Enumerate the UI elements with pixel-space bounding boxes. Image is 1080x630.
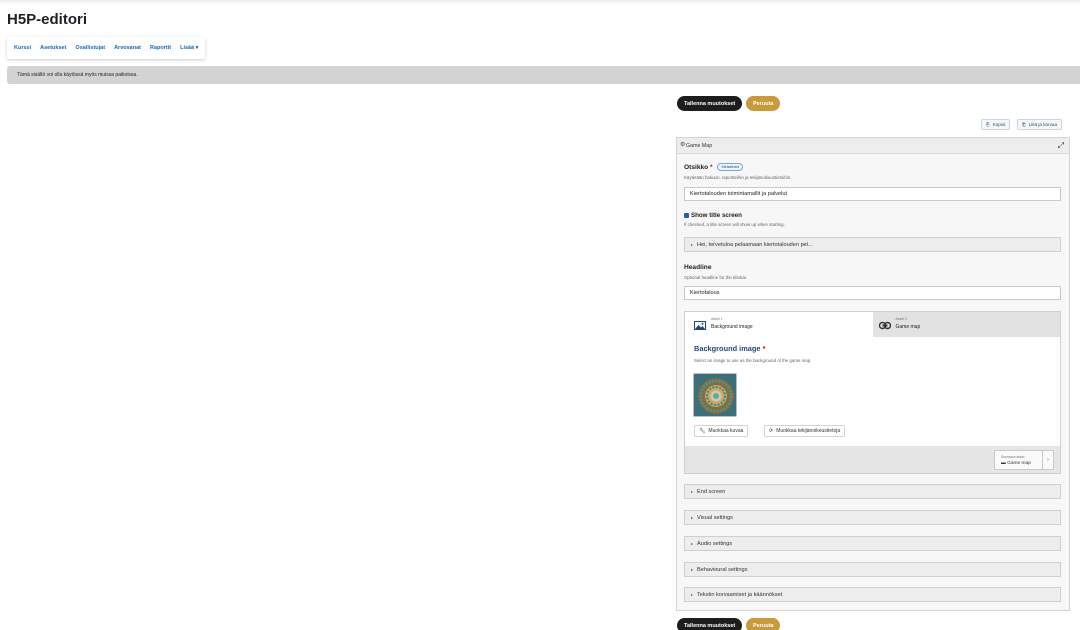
section-label: Visual settings (697, 514, 733, 521)
section-behavioural-settings[interactable]: ▸ Behavioural settings (684, 562, 1061, 577)
background-image-label: Background image (694, 344, 761, 353)
wrench-icon: 🔧︎ (699, 428, 706, 434)
secondary-navigation: Kurssi Asetukset Osallistujat Arvosanat … (7, 37, 206, 59)
otsikko-label: Otsikko (684, 164, 709, 171)
otsikko-label-row: Otsikko * Metatiedot (684, 163, 744, 171)
wizard-container: Askel 1 Background image Askel 2 Game ma… (684, 311, 1061, 474)
section-visual-settings[interactable]: ▸ Visual settings (684, 510, 1061, 525)
wizard-tabs: Askel 1 Background image Askel 2 Game ma… (685, 312, 1060, 337)
notice-banner: Tämä sisältö voi olla käytössä myös muis… (7, 66, 1080, 84)
image-icon (694, 321, 706, 330)
tab-background-image[interactable]: Askel 1 Background image (685, 312, 873, 337)
save-changes-button-bottom[interactable]: Tallenna muutokset (677, 618, 743, 630)
paste-icon: ⎗ (1022, 122, 1026, 127)
section-text-overrides[interactable]: ▸ Tekstin korvaamiset ja käännökset (684, 587, 1061, 602)
background-image-label-row: Background image * (694, 344, 765, 353)
copy-label: Kopioi (992, 122, 1006, 127)
tab-game-map[interactable]: Askel 2 Game map (872, 312, 1060, 337)
section-label: Tekstin korvaamiset ja käännökset (697, 591, 783, 598)
background-image-description: Select an image to use as the background… (694, 358, 812, 363)
section-label: Behavioural settings (697, 566, 748, 573)
copy-button[interactable]: ⎘ Kopioi (981, 119, 1011, 130)
game-map-icon (878, 321, 891, 330)
edit-copyright-label: Muokkaa tekijänoikeustietoja (776, 428, 841, 434)
show-title-description: If checked, a title screen will show up … (684, 222, 785, 227)
section-label: Audio settings (697, 540, 733, 547)
chevron-right-icon: › (1042, 451, 1053, 469)
panel-title: Game Map (686, 143, 713, 149)
caret-right-icon: ▸ (691, 541, 694, 546)
caret-right-icon: ▸ (691, 592, 694, 597)
caret-right-icon: ▸ (691, 515, 694, 520)
next-step-label: Game map (1007, 461, 1031, 466)
cancel-button-top[interactable]: Peruuta (746, 96, 781, 111)
tab-step-label: Askel 1 (711, 317, 723, 321)
tab-name: Game map (895, 324, 921, 330)
metadata-button[interactable]: Metatiedot (717, 163, 744, 171)
nav-item-asetukset[interactable]: Asetukset (40, 45, 66, 51)
edit-image-label: Muokkaa kuvaa (708, 428, 744, 434)
nav-item-kurssi[interactable]: Kurssi (14, 45, 31, 51)
caret-right-icon: ▸ (691, 567, 694, 572)
notice-text: Tämä sisältö voi olla käytössä myös muis… (17, 72, 138, 78)
edit-image-button[interactable]: 🔧︎ Muokkaa kuvaa (694, 425, 749, 437)
title-screen-summary: Hei, tervetuloa pelaamaan kiertotalouden… (697, 241, 813, 248)
section-label: End screen (697, 488, 726, 495)
edit-copyright-button[interactable]: ⟳ Muokkaa tekijänoikeustietoja (764, 425, 846, 437)
headline-input[interactable]: Kiertotalous (684, 286, 1061, 300)
content-type-icon: ⚙ (680, 142, 686, 148)
next-step-button[interactable]: Seuraava askel ▬ Game map › (994, 450, 1054, 470)
page-title: H5P-editori (7, 11, 88, 28)
show-title-label: Show title screen (691, 211, 742, 219)
next-step-label-row: ▬ Game map (1001, 461, 1031, 466)
tab-step-label: Askel 2 (895, 317, 908, 321)
tab-name: Background image (711, 324, 753, 330)
section-audio-settings[interactable]: ▸ Audio settings (684, 536, 1061, 551)
section-end-screen[interactable]: ▸ End screen (684, 484, 1061, 499)
show-title-checkbox[interactable] (684, 213, 689, 218)
save-changes-button-top[interactable]: Tallenna muutokset (677, 96, 743, 111)
background-image-thumbnail[interactable] (693, 373, 737, 417)
caret-right-icon: ▸ (691, 489, 694, 494)
required-marker: * (710, 164, 713, 171)
nav-item-arvosanat[interactable]: Arvosanat (114, 45, 141, 51)
headline-description: Optional headline for the titlebar. (684, 275, 748, 280)
nav-item-lisaa[interactable]: Lisää ▾ (180, 45, 198, 51)
nav-item-osallistujat[interactable]: Osallistujat (75, 45, 105, 51)
headline-label: Headline (684, 264, 712, 271)
background-image-step: Background image * Select an image to us… (685, 337, 1060, 446)
paste-label: Liitä ja korvaa (1028, 122, 1058, 127)
next-step-small-label: Seuraava askel (1001, 455, 1025, 459)
caret-right-icon: ▸ (691, 242, 694, 247)
expand-icon[interactable]: ⤢ (1058, 141, 1064, 151)
copy-icon: ⎘ (986, 122, 990, 127)
title-screen-collapsible[interactable]: ▸ Hei, tervetuloa pelaamaan kiertotaloud… (684, 237, 1061, 252)
cancel-button-bottom[interactable]: Peruuta (746, 618, 781, 630)
game-map-mini-icon: ▬ (1001, 461, 1006, 466)
nav-item-raportit[interactable]: Raportit (150, 45, 171, 51)
otsikko-input[interactable]: Kiertotalouden toimintamallit ja palvelu… (684, 187, 1061, 201)
otsikko-description: Käytetään hakuun, raportteihin ja tekijä… (684, 175, 792, 180)
top-border (0, 0, 1080, 4)
required-marker: * (762, 344, 766, 353)
game-board-image (694, 374, 736, 416)
refresh-icon: ⟳ (769, 428, 774, 434)
wizard-footer: Seuraava askel ▬ Game map › (685, 446, 1060, 473)
panel-header: ⚙ Game Map ⤢ (677, 138, 1069, 154)
paste-replace-button[interactable]: ⎗ Liitä ja korvaa (1017, 119, 1063, 130)
